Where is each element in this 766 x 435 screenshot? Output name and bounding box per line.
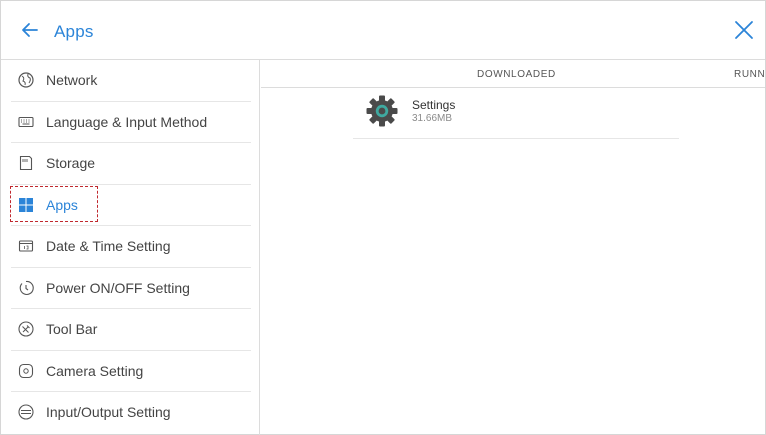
camera-icon xyxy=(17,362,35,380)
sidebar-item-apps[interactable]: Apps xyxy=(11,185,251,226)
sidebar-item-label: Language & Input Method xyxy=(46,113,208,130)
sidebar-item-label: Network xyxy=(46,72,98,89)
close-button[interactable] xyxy=(731,17,757,43)
sidebar-item-network[interactable]: Network xyxy=(11,60,251,102)
tab-running[interactable]: RUNNING xyxy=(734,69,766,80)
sidebar-item-input-output[interactable]: Input/Output Setting xyxy=(11,392,251,433)
sidebar-item-power[interactable]: Power ON/OFF Setting xyxy=(11,268,251,309)
sidebar-item-label: Apps xyxy=(46,196,78,213)
settings-sidebar: Network Language & Input Method Storage xyxy=(1,60,260,435)
sidebar-item-label: Camera Setting xyxy=(46,362,144,379)
sidebar-item-label: Input/Output Setting xyxy=(46,404,171,421)
sidebar-item-label: Tool Bar xyxy=(46,321,98,338)
page-title: Apps xyxy=(54,22,94,41)
close-icon xyxy=(735,21,753,39)
storage-icon xyxy=(17,154,35,172)
apps-settings-window: Apps Network Language & Input Method Sto… xyxy=(0,0,766,435)
calendar-icon xyxy=(17,237,35,255)
back-button[interactable] xyxy=(19,19,41,41)
apps-content-panel: DOWNLOADED RUNNING Settings xyxy=(261,60,766,434)
arrow-left-icon xyxy=(22,23,38,37)
apps-grid-icon xyxy=(17,196,35,214)
app-list-item[interactable]: Settings 31.66MB xyxy=(353,88,679,139)
input-output-icon xyxy=(17,403,35,421)
power-timer-icon xyxy=(17,279,35,297)
globe-icon xyxy=(17,71,35,89)
sidebar-item-label: Power ON/OFF Setting xyxy=(46,279,190,296)
sidebar-item-toolbar[interactable]: Tool Bar xyxy=(11,309,251,351)
app-size: 31.66MB xyxy=(412,113,453,124)
title-bar: Apps xyxy=(1,1,765,60)
sidebar-item-language[interactable]: Language & Input Method xyxy=(11,102,251,143)
sidebar-item-camera[interactable]: Camera Setting xyxy=(11,351,251,392)
app-name: Settings xyxy=(412,98,456,112)
keyboard-icon xyxy=(17,113,35,131)
tab-bar: DOWNLOADED RUNNING xyxy=(261,60,766,88)
sidebar-item-date-time[interactable]: Date & Time Setting xyxy=(11,226,251,268)
sidebar-item-label: Date & Time Setting xyxy=(46,238,171,255)
sidebar-item-label: Storage xyxy=(46,155,96,172)
sidebar-item-storage[interactable]: Storage xyxy=(11,143,251,185)
gear-icon xyxy=(366,95,398,127)
toolbar-icon xyxy=(17,320,35,338)
tab-downloaded[interactable]: DOWNLOADED xyxy=(477,69,556,80)
